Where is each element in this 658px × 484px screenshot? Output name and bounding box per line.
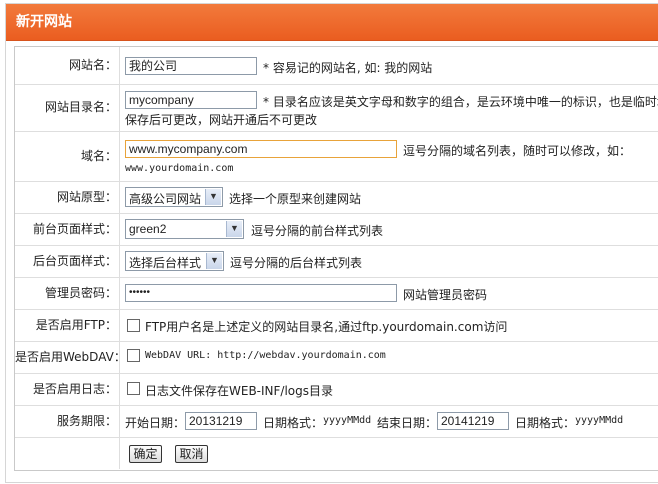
front-style-hint: 逗号分隔的前台样式列表	[251, 224, 384, 238]
start-date-input[interactable]: 20131219	[185, 412, 257, 430]
row-admin-password: 管理员密码： •••••• 网站管理员密码	[15, 277, 658, 310]
back-style-label: 后台页面样式：	[32, 254, 117, 268]
log-label: 是否启用日志：	[32, 382, 117, 396]
back-style-select[interactable]: 选择后台样式 ▼	[125, 251, 224, 271]
prototype-hint: 选择一个原型来创建网站	[229, 192, 362, 206]
row-buttons: 确定 取消	[15, 437, 658, 469]
row-prototype: 网站原型： 高级公司网站 ▼ 选择一个原型来创建网站	[15, 181, 658, 214]
log-checkbox[interactable]	[127, 382, 140, 395]
domain-input[interactable]: www.mycompany.com	[125, 140, 397, 158]
form-panel: 网站名： 我的公司 * 容易记的网站名, 如: 我的网站 网站目录名： myco…	[14, 46, 658, 471]
start-date-label: 开始日期：	[125, 416, 186, 430]
end-date-input[interactable]: 20141219	[437, 412, 509, 430]
prototype-selected: 高级公司网站	[129, 192, 202, 206]
admin-password-input[interactable]: ••••••	[125, 284, 397, 302]
front-style-label: 前台页面样式：	[32, 222, 117, 236]
row-service: 服务期限： 开始日期： 20131219 日期格式： yyyyMMdd 结束日期…	[15, 405, 658, 438]
prototype-label: 网站原型：	[56, 190, 117, 204]
row-site-dir: 网站目录名： mycompany * 目录名应该是英文字母和数字的组合，是云环境…	[15, 84, 658, 132]
site-dir-label: 网站目录名：	[44, 100, 117, 114]
log-hint: 日志文件保存在WEB-INF/logs目录	[145, 384, 334, 398]
site-dir-hint-2: 保存后可更改，网站开通后不可更改	[125, 113, 318, 127]
admin-password-hint: 网站管理员密码	[403, 288, 488, 302]
domain-example: www.yourdomain.com	[125, 163, 234, 174]
row-front-style: 前台页面样式： green2 ▼ 逗号分隔的前台样式列表	[15, 213, 658, 246]
row-site-name: 网站名： 我的公司 * 容易记的网站名, 如: 我的网站	[15, 47, 658, 85]
back-style-selected: 选择后台样式	[129, 256, 202, 270]
end-date-label: 结束日期：	[377, 416, 438, 430]
dialog: 新开网站 网站名： 我的公司 * 容易记的网站名, 如: 我的网站 网站目录名：…	[5, 3, 658, 483]
site-dir-hint: * 目录名应该是英文字母和数字的组合，是云环境中唯一的标识，也是临时域	[263, 95, 658, 109]
start-format-value: yyyyMMdd	[323, 415, 372, 426]
webdav-hint: WebDAV URL: http://webdav.yourdomain.com	[145, 350, 386, 361]
site-name-hint: * 容易记的网站名, 如: 我的网站	[263, 61, 433, 75]
ok-button[interactable]: 确定	[129, 445, 162, 463]
end-format-label: 日期格式：	[515, 416, 576, 430]
row-domain: 域名： www.mycompany.com 逗号分隔的域名列表，随时可以修改，如…	[15, 131, 658, 182]
cancel-button[interactable]: 取消	[175, 445, 208, 463]
service-label: 服务期限：	[56, 414, 117, 428]
chevron-down-icon: ▼	[205, 189, 221, 205]
site-dir-input[interactable]: mycompany	[125, 91, 257, 109]
prototype-select[interactable]: 高级公司网站 ▼	[125, 187, 223, 207]
row-ftp: 是否启用FTP： FTP用户名是上述定义的网站目录名,通过ftp.yourdom…	[15, 309, 658, 342]
front-style-selected: green2	[129, 222, 167, 236]
row-log: 是否启用日志： 日志文件保存在WEB-INF/logs目录	[15, 373, 658, 406]
back-style-hint: 逗号分隔的后台样式列表	[230, 256, 363, 270]
chevron-down-icon: ▼	[206, 253, 222, 269]
chevron-down-icon: ▼	[226, 221, 242, 237]
row-webdav: 是否启用WebDAV： WebDAV URL: http://webdav.yo…	[15, 341, 658, 374]
dialog-title: 新开网站	[6, 4, 658, 41]
start-format-label: 日期格式：	[263, 416, 324, 430]
domain-hint: 逗号分隔的域名列表，随时可以修改，如：	[403, 144, 632, 158]
end-format-value: yyyyMMdd	[575, 415, 624, 426]
site-name-label: 网站名：	[68, 58, 117, 72]
webdav-label: 是否启用WebDAV：	[15, 350, 126, 364]
ftp-checkbox[interactable]	[127, 319, 140, 332]
admin-password-label: 管理员密码：	[44, 286, 117, 300]
webdav-checkbox[interactable]	[127, 349, 140, 362]
site-name-input[interactable]: 我的公司	[125, 57, 257, 75]
front-style-select[interactable]: green2 ▼	[125, 219, 244, 239]
row-back-style: 后台页面样式： 选择后台样式 ▼ 逗号分隔的后台样式列表	[15, 245, 658, 278]
ftp-hint: FTP用户名是上述定义的网站目录名,通过ftp.yourdomain.com访问	[145, 320, 508, 334]
ftp-label: 是否启用FTP：	[35, 318, 117, 332]
domain-label: 域名：	[80, 149, 117, 163]
